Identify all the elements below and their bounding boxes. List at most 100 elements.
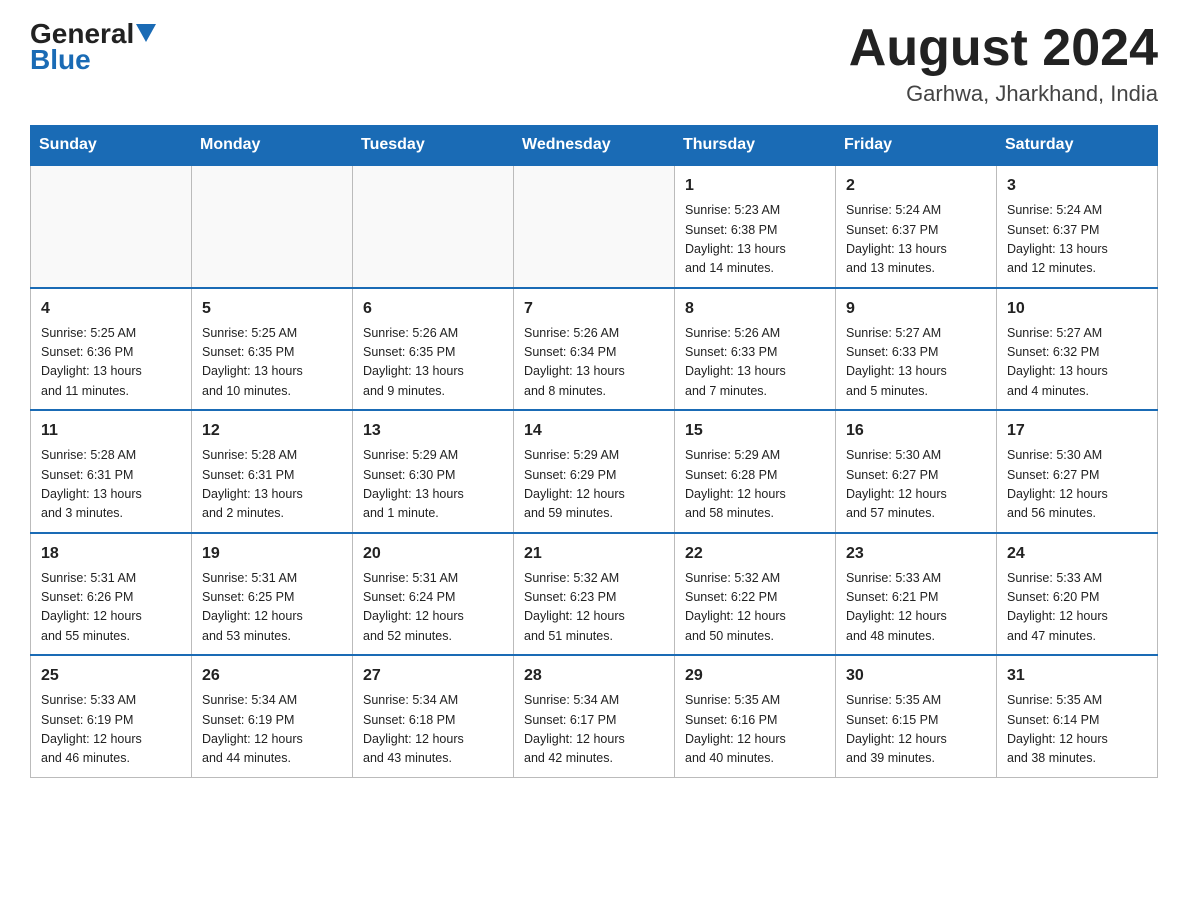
day-info: Sunrise: 5:31 AMSunset: 6:26 PMDaylight:…: [41, 569, 181, 647]
calendar-cell: [514, 165, 675, 288]
day-info: Sunrise: 5:30 AMSunset: 6:27 PMDaylight:…: [846, 446, 986, 524]
day-number: 5: [202, 297, 342, 321]
calendar-week-row: 25 Sunrise: 5:33 AMSunset: 6:19 PMDayligh…: [31, 655, 1158, 777]
calendar-cell: 27 Sunrise: 5:34 AMSunset: 6:18 PMDayligh…: [353, 655, 514, 777]
day-info: Sunrise: 5:32 AMSunset: 6:22 PMDaylight:…: [685, 569, 825, 647]
title-block: August 2024 Garhwa, Jharkhand, India: [849, 20, 1158, 107]
day-info: Sunrise: 5:27 AMSunset: 6:32 PMDaylight:…: [1007, 324, 1147, 402]
day-info: Sunrise: 5:29 AMSunset: 6:29 PMDaylight:…: [524, 446, 664, 524]
day-number: 22: [685, 542, 825, 566]
day-number: 8: [685, 297, 825, 321]
day-info: Sunrise: 5:26 AMSunset: 6:34 PMDaylight:…: [524, 324, 664, 402]
day-info: Sunrise: 5:29 AMSunset: 6:28 PMDaylight:…: [685, 446, 825, 524]
day-number: 20: [363, 542, 503, 566]
day-info: Sunrise: 5:35 AMSunset: 6:15 PMDaylight:…: [846, 691, 986, 769]
day-info: Sunrise: 5:34 AMSunset: 6:19 PMDaylight:…: [202, 691, 342, 769]
location-title: Garhwa, Jharkhand, India: [849, 81, 1158, 107]
calendar-cell: 23 Sunrise: 5:33 AMSunset: 6:21 PMDayligh…: [836, 533, 997, 656]
day-info: Sunrise: 5:34 AMSunset: 6:18 PMDaylight:…: [363, 691, 503, 769]
calendar-cell: 29 Sunrise: 5:35 AMSunset: 6:16 PMDayligh…: [675, 655, 836, 777]
calendar-week-row: 4 Sunrise: 5:25 AMSunset: 6:36 PMDaylight…: [31, 288, 1158, 411]
weekday-header-friday: Friday: [836, 126, 997, 166]
calendar-cell: 2Sunrise: 5:24 AMSunset: 6:37 PMDaylight…: [836, 165, 997, 288]
calendar-cell: 17Sunrise: 5:30 AMSunset: 6:27 PMDayligh…: [997, 410, 1158, 533]
day-number: 1: [685, 174, 825, 198]
day-number: 30: [846, 664, 986, 688]
calendar-cell: 25 Sunrise: 5:33 AMSunset: 6:19 PMDayligh…: [31, 655, 192, 777]
day-number: 24: [1007, 542, 1147, 566]
day-info: Sunrise: 5:26 AMSunset: 6:35 PMDaylight:…: [363, 324, 503, 402]
day-info: Sunrise: 5:33 AMSunset: 6:20 PMDaylight:…: [1007, 569, 1147, 647]
calendar-cell: 21 Sunrise: 5:32 AMSunset: 6:23 PMDayligh…: [514, 533, 675, 656]
calendar-week-row: 11Sunrise: 5:28 AMSunset: 6:31 PMDayligh…: [31, 410, 1158, 533]
day-info: Sunrise: 5:25 AMSunset: 6:35 PMDaylight:…: [202, 324, 342, 402]
calendar-cell: 1 Sunrise: 5:23 AMSunset: 6:38 PMDaylight…: [675, 165, 836, 288]
day-number: 15: [685, 419, 825, 443]
day-info: Sunrise: 5:29 AMSunset: 6:30 PMDaylight:…: [363, 446, 503, 524]
day-info: Sunrise: 5:26 AMSunset: 6:33 PMDaylight:…: [685, 324, 825, 402]
month-title: August 2024: [849, 20, 1158, 77]
day-info: Sunrise: 5:28 AMSunset: 6:31 PMDaylight:…: [202, 446, 342, 524]
day-number: 29: [685, 664, 825, 688]
calendar-cell: [192, 165, 353, 288]
day-number: 7: [524, 297, 664, 321]
day-number: 13: [363, 419, 503, 443]
calendar-cell: 15 Sunrise: 5:29 AMSunset: 6:28 PMDayligh…: [675, 410, 836, 533]
day-number: 3: [1007, 174, 1147, 198]
day-number: 14: [524, 419, 664, 443]
day-info: Sunrise: 5:34 AMSunset: 6:17 PMDaylight:…: [524, 691, 664, 769]
calendar-header-row: SundayMondayTuesdayWednesdayThursdayFrid…: [31, 126, 1158, 166]
day-number: 18: [41, 542, 181, 566]
day-number: 19: [202, 542, 342, 566]
calendar-cell: 11Sunrise: 5:28 AMSunset: 6:31 PMDayligh…: [31, 410, 192, 533]
day-number: 2: [846, 174, 986, 198]
calendar-week-row: 1 Sunrise: 5:23 AMSunset: 6:38 PMDaylight…: [31, 165, 1158, 288]
calendar-table: SundayMondayTuesdayWednesdayThursdayFrid…: [30, 125, 1158, 778]
logo-triangle-icon: [136, 24, 156, 42]
calendar-cell: 6 Sunrise: 5:26 AMSunset: 6:35 PMDaylight…: [353, 288, 514, 411]
weekday-header-monday: Monday: [192, 126, 353, 166]
calendar-cell: [31, 165, 192, 288]
calendar-cell: 8 Sunrise: 5:26 AMSunset: 6:33 PMDaylight…: [675, 288, 836, 411]
day-number: 25: [41, 664, 181, 688]
day-info: Sunrise: 5:25 AMSunset: 6:36 PMDaylight:…: [41, 324, 181, 402]
calendar-cell: 19Sunrise: 5:31 AMSunset: 6:25 PMDayligh…: [192, 533, 353, 656]
day-info: Sunrise: 5:28 AMSunset: 6:31 PMDaylight:…: [41, 446, 181, 524]
calendar-week-row: 18 Sunrise: 5:31 AMSunset: 6:26 PMDayligh…: [31, 533, 1158, 656]
calendar-cell: 12 Sunrise: 5:28 AMSunset: 6:31 PMDayligh…: [192, 410, 353, 533]
day-number: 16: [846, 419, 986, 443]
weekday-header-wednesday: Wednesday: [514, 126, 675, 166]
day-info: Sunrise: 5:27 AMSunset: 6:33 PMDaylight:…: [846, 324, 986, 402]
calendar-cell: 16 Sunrise: 5:30 AMSunset: 6:27 PMDayligh…: [836, 410, 997, 533]
calendar-cell: 5 Sunrise: 5:25 AMSunset: 6:35 PMDaylight…: [192, 288, 353, 411]
day-info: Sunrise: 5:35 AMSunset: 6:16 PMDaylight:…: [685, 691, 825, 769]
day-info: Sunrise: 5:32 AMSunset: 6:23 PMDaylight:…: [524, 569, 664, 647]
day-info: Sunrise: 5:23 AMSunset: 6:38 PMDaylight:…: [685, 201, 825, 279]
day-number: 27: [363, 664, 503, 688]
calendar-cell: 31 Sunrise: 5:35 AMSunset: 6:14 PMDayligh…: [997, 655, 1158, 777]
page-header: General Blue August 2024 Garhwa, Jharkha…: [30, 20, 1158, 107]
day-info: Sunrise: 5:33 AMSunset: 6:21 PMDaylight:…: [846, 569, 986, 647]
day-info: Sunrise: 5:33 AMSunset: 6:19 PMDaylight:…: [41, 691, 181, 769]
calendar-cell: 18 Sunrise: 5:31 AMSunset: 6:26 PMDayligh…: [31, 533, 192, 656]
day-info: Sunrise: 5:31 AMSunset: 6:24 PMDaylight:…: [363, 569, 503, 647]
weekday-header-sunday: Sunday: [31, 126, 192, 166]
calendar-cell: 24 Sunrise: 5:33 AMSunset: 6:20 PMDayligh…: [997, 533, 1158, 656]
day-number: 21: [524, 542, 664, 566]
day-number: 6: [363, 297, 503, 321]
calendar-cell: 26 Sunrise: 5:34 AMSunset: 6:19 PMDayligh…: [192, 655, 353, 777]
calendar-cell: [353, 165, 514, 288]
calendar-cell: 3Sunrise: 5:24 AMSunset: 6:37 PMDaylight…: [997, 165, 1158, 288]
day-info: Sunrise: 5:35 AMSunset: 6:14 PMDaylight:…: [1007, 691, 1147, 769]
day-number: 23: [846, 542, 986, 566]
day-number: 10: [1007, 297, 1147, 321]
calendar-cell: 4 Sunrise: 5:25 AMSunset: 6:36 PMDaylight…: [31, 288, 192, 411]
day-number: 12: [202, 419, 342, 443]
day-number: 17: [1007, 419, 1147, 443]
calendar-cell: 22 Sunrise: 5:32 AMSunset: 6:22 PMDayligh…: [675, 533, 836, 656]
day-number: 28: [524, 664, 664, 688]
day-number: 4: [41, 297, 181, 321]
day-number: 31: [1007, 664, 1147, 688]
day-number: 26: [202, 664, 342, 688]
calendar-cell: 30 Sunrise: 5:35 AMSunset: 6:15 PMDayligh…: [836, 655, 997, 777]
